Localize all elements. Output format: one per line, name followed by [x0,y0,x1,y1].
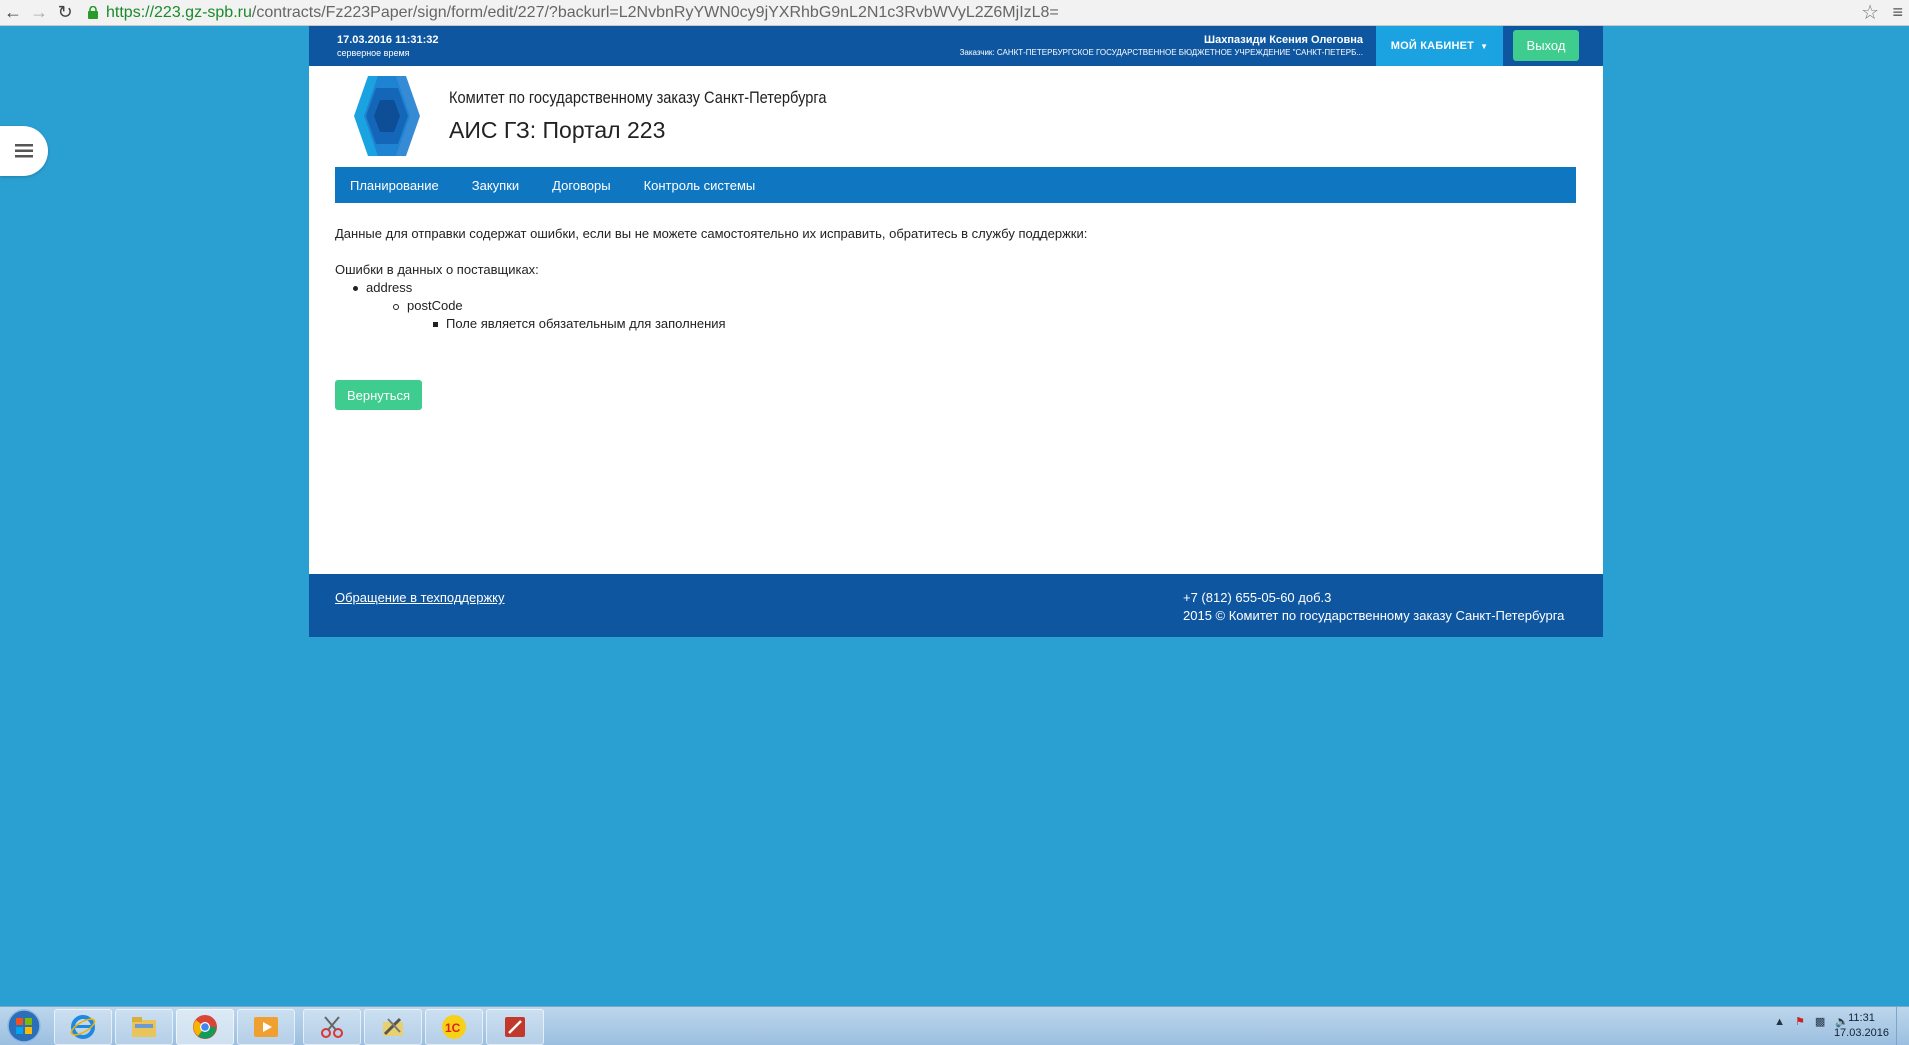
support-phone: +7 (812) 655-05-60 доб.3 [1183,590,1332,605]
caret-down-icon: ▼ [1480,41,1489,51]
error-item-field: address [353,280,412,295]
reload-icon[interactable]: ↻ [52,0,78,25]
nav-item-contracts[interactable]: Договоры [552,178,610,193]
url-field[interactable]: https://223.gz-spb.ru/contracts/Fz223Pap… [106,4,1059,22]
windows-taskbar: 1C ▲ ⚑ ▩ 🔈 11:31 17.03.2016 [0,1006,1909,1045]
taskbar-app-icon[interactable] [486,1009,544,1045]
error-item-subfield: postCode [393,298,463,313]
start-button[interactable] [2,1007,46,1045]
tray-flag-icon[interactable]: ⚑ [1795,1015,1805,1028]
my-cabinet-button[interactable]: МОЙ КАБИНЕТ ▼ [1376,26,1503,66]
footer: Обращение в техподдержку +7 (812) 655-05… [309,574,1603,637]
taskbar-clock[interactable]: 11:31 17.03.2016 [1834,1011,1889,1041]
bullet-square-icon [433,322,438,328]
clock-time: 11:31 [1848,1012,1875,1024]
lock-icon [86,6,100,20]
nav-item-purchases[interactable]: Закупки [472,178,519,193]
bookmark-star-icon[interactable]: ☆ [1861,0,1879,25]
windows-logo-icon [7,1009,41,1043]
support-link[interactable]: Обращение в техподдержку [335,590,505,605]
error-subfield-name: postCode [407,298,463,313]
page-title: АИС ГЗ: Портал 223 [449,117,666,143]
taskbar-explorer-icon[interactable] [115,1009,173,1045]
error-item-message: Поле является обязательным для заполнени… [433,316,726,331]
forward-arrow-icon[interactable]: → [26,0,52,25]
error-field-name: address [366,280,413,295]
show-desktop-button[interactable] [1896,1007,1909,1045]
logout-button[interactable]: Выход [1513,30,1579,61]
taskbar-chrome-icon[interactable] [176,1009,234,1045]
my-cabinet-label: МОЙ КАБИНЕТ [1390,40,1475,52]
back-button[interactable]: Вернуться [335,380,422,410]
server-time-label: серверное время [337,48,410,58]
user-name: Шахпазиди Ксения Олеговна [1204,34,1363,46]
taskbar-1c-icon[interactable]: 1C [425,1009,483,1045]
hamburger-icon [15,144,33,158]
main-content: Комитет по государственному заказу Санкт… [309,66,1603,574]
taskbar-snipping-icon[interactable] [303,1009,361,1045]
svg-text:1C: 1C [445,1021,461,1035]
nav-item-system-control[interactable]: Контроль системы [644,178,756,193]
error-intro-text: Данные для отправки содержат ошибки, есл… [335,226,1088,241]
back-arrow-icon[interactable]: ← [0,0,26,25]
sidebar-toggle-button[interactable] [0,126,48,176]
customer-name: Заказчик: САНКТ-ПЕТЕРБУРГСКОЕ ГОСУДАРСТВ… [959,48,1363,57]
committee-name: Комитет по государственному заказу Санкт… [449,88,827,107]
browser-menu-icon[interactable]: ≡ [1892,0,1903,25]
main-nav: Планирование Закупки Договоры Контроль с… [335,167,1576,203]
tray-network-icon[interactable]: ▩ [1815,1015,1825,1028]
committee-logo [338,76,434,156]
copyright: 2015 © Комитет по государственному заказ… [1183,608,1565,623]
nav-item-planning[interactable]: Планирование [350,178,439,193]
url-path: /contracts/Fz223Paper/sign/form/edit/227… [251,3,1059,21]
error-message: Поле является обязательным для заполнени… [446,316,726,331]
page-container: 17.03.2016 11:31:32 серверное время Шахп… [309,26,1603,637]
top-bar: 17.03.2016 11:31:32 серверное время Шахп… [309,26,1603,66]
taskbar-media-icon[interactable] [237,1009,295,1045]
clock-date: 17.03.2016 [1833,1027,1889,1039]
url-scheme: https:// [106,3,155,21]
errors-heading: Ошибки в данных о поставщиках: [335,262,539,277]
bullet-disc-icon [353,286,358,292]
browser-address-bar: ← → ↻ https://223.gz-spb.ru/contracts/Fz… [0,0,1909,26]
server-time: 17.03.2016 11:31:32 [337,34,439,46]
taskbar-tools-icon[interactable] [364,1009,422,1045]
taskbar-ie-icon[interactable] [54,1009,112,1045]
tray-expand-icon[interactable]: ▲ [1774,1016,1785,1028]
bullet-circle-icon [393,303,399,310]
url-host: 223.gz-spb.ru [154,3,252,21]
